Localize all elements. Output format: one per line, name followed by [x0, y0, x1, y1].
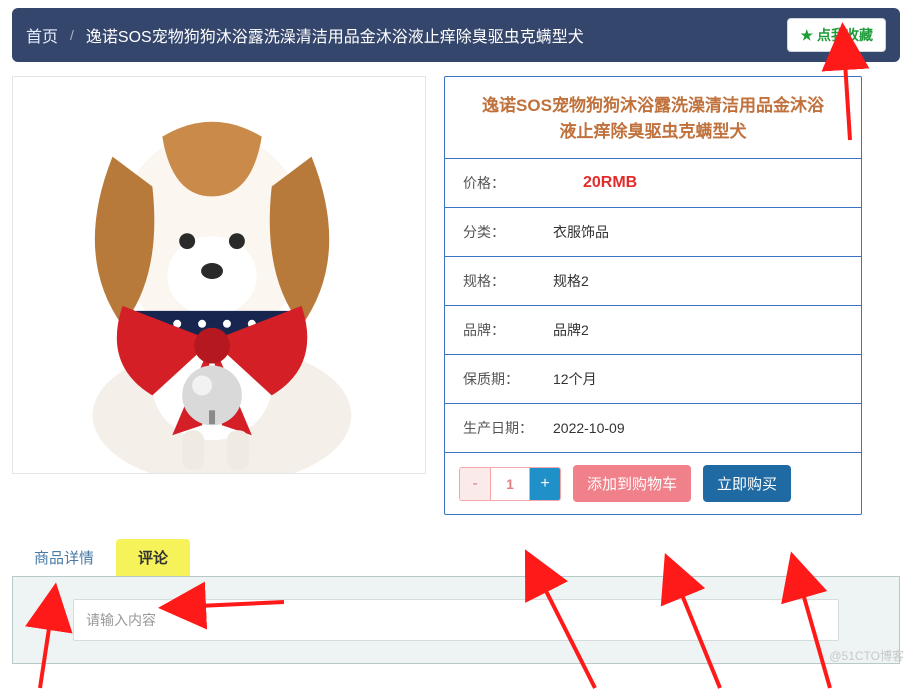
- actions-row: - + 添加到购物车 立即购买: [445, 453, 861, 514]
- star-icon: ★: [800, 27, 813, 44]
- comment-input[interactable]: 请输入内容: [73, 599, 839, 641]
- tabs: 商品详情 评论: [12, 539, 900, 577]
- row-mfg: 生产日期： 2022-10-09: [445, 404, 861, 453]
- qty-input[interactable]: [490, 468, 530, 500]
- spec-label: 规格：: [463, 271, 553, 291]
- add-to-cart-button[interactable]: 添加到购物车: [573, 465, 691, 502]
- breadcrumb-sep: /: [70, 27, 74, 43]
- row-spec: 规格： 规格2: [445, 257, 861, 306]
- comment-section: 请输入内容: [12, 577, 900, 664]
- tab-comments[interactable]: 评论: [116, 539, 190, 576]
- brand-value: 品牌2: [553, 320, 843, 340]
- favorite-button[interactable]: ★ 点我收藏: [787, 18, 886, 52]
- tab-details[interactable]: 商品详情: [12, 539, 116, 576]
- row-price: 价格： 20RMB: [445, 159, 861, 208]
- shelf-label: 保质期：: [463, 369, 553, 389]
- price-value: 20RMB: [553, 174, 843, 192]
- product-image: [12, 76, 426, 474]
- product-title: 逸诺SOS宠物狗狗沐浴露洗澡清洁用品金沐浴液止痒除臭驱虫克螨型犬: [445, 77, 861, 159]
- qty-plus-button[interactable]: +: [530, 468, 560, 500]
- shelf-value: 12个月: [553, 369, 843, 389]
- mfg-label: 生产日期：: [463, 418, 553, 438]
- qty-minus-button[interactable]: -: [460, 468, 490, 500]
- mfg-value: 2022-10-09: [553, 420, 843, 436]
- product-panel: 逸诺SOS宠物狗狗沐浴露洗澡清洁用品金沐浴液止痒除臭驱虫克螨型犬 价格： 20R…: [444, 76, 862, 515]
- row-brand: 品牌： 品牌2: [445, 306, 861, 355]
- row-shelf: 保质期： 12个月: [445, 355, 861, 404]
- favorite-label: 点我收藏: [817, 25, 873, 45]
- category-value: 衣服饰品: [553, 222, 843, 242]
- row-category: 分类： 衣服饰品: [445, 208, 861, 257]
- quantity-stepper: - +: [459, 467, 561, 501]
- breadcrumb-title: 逸诺SOS宠物狗狗沐浴露洗澡清洁用品金沐浴液止痒除臭驱虫克螨型犬: [86, 23, 788, 47]
- category-label: 分类：: [463, 222, 553, 242]
- price-label: 价格：: [463, 173, 553, 193]
- breadcrumb: 首页 / 逸诺SOS宠物狗狗沐浴露洗澡清洁用品金沐浴液止痒除臭驱虫克螨型犬 ★ …: [12, 8, 900, 62]
- watermark: @51CTO博客: [829, 647, 904, 664]
- spec-value: 规格2: [553, 271, 843, 291]
- breadcrumb-home[interactable]: 首页: [26, 23, 58, 47]
- buy-now-button[interactable]: 立即购买: [703, 465, 791, 502]
- brand-label: 品牌：: [463, 320, 553, 340]
